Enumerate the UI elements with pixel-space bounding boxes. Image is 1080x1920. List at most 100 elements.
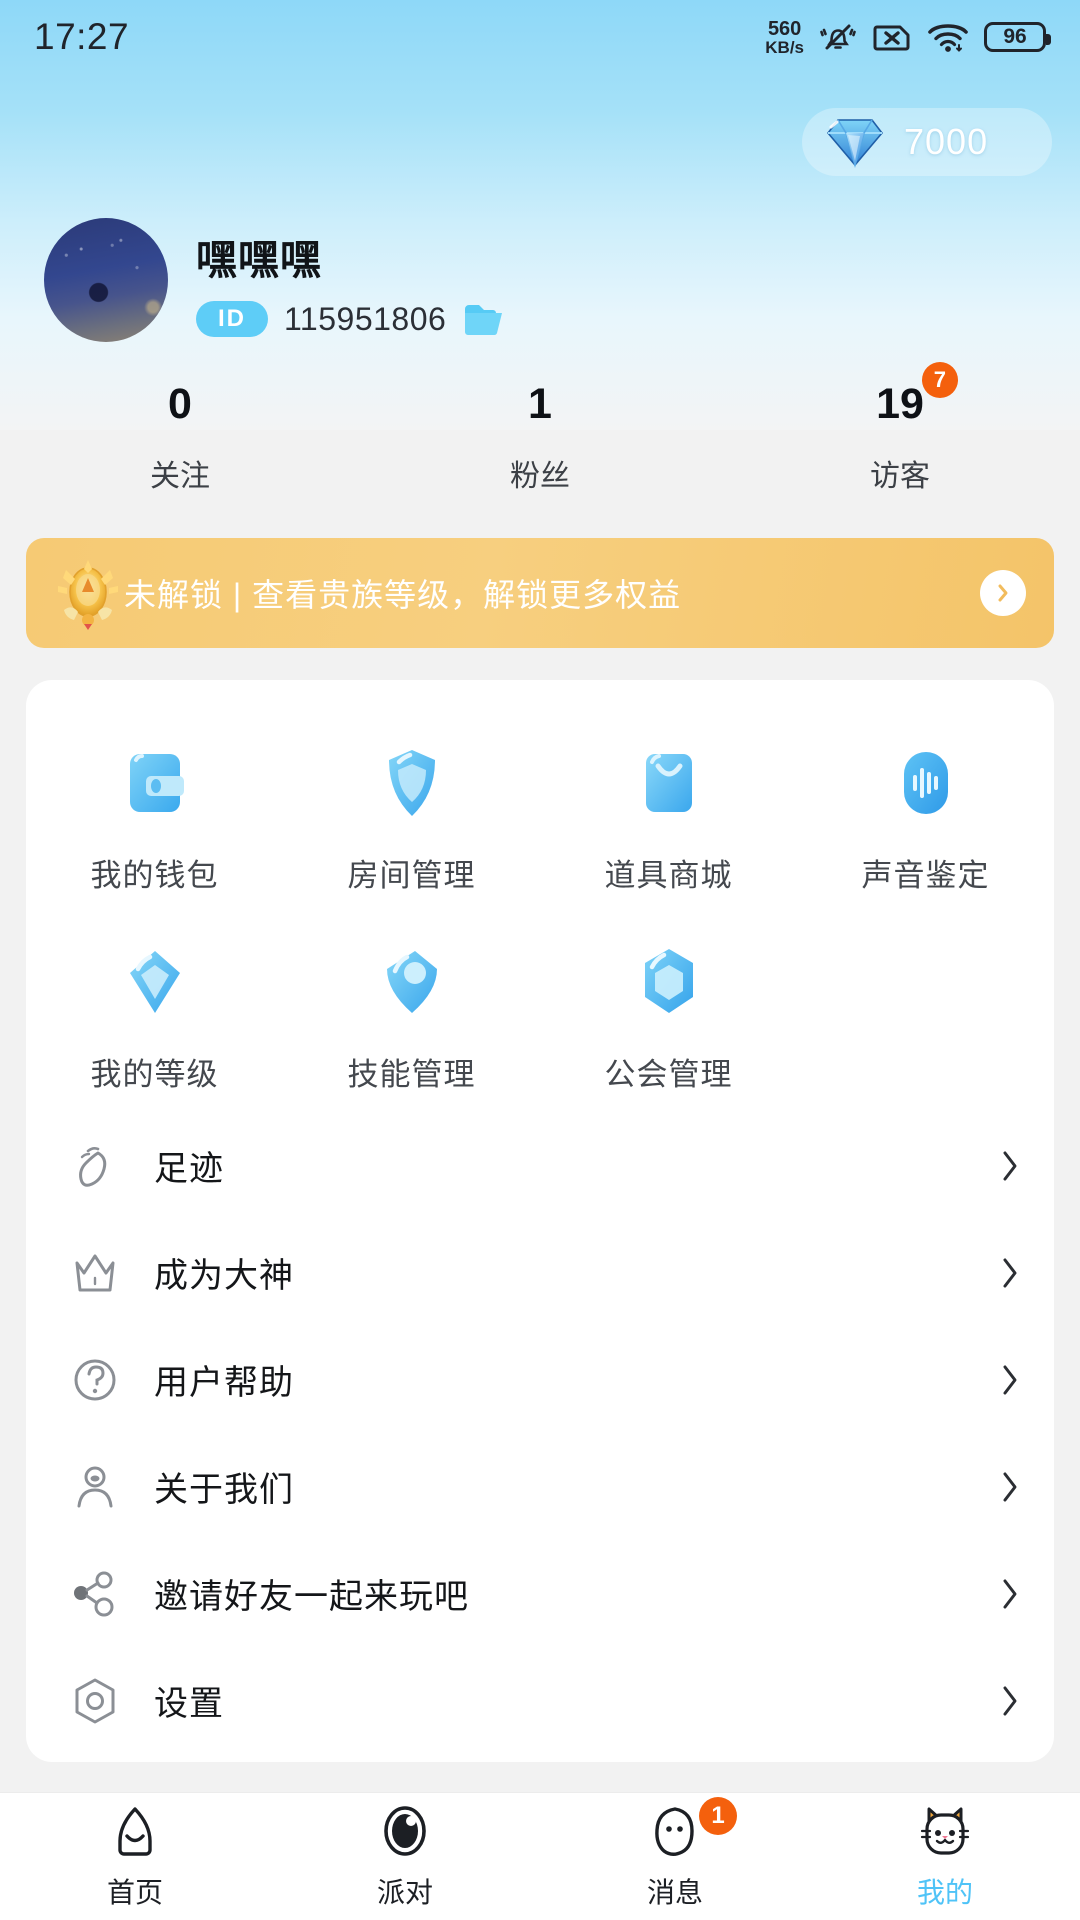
menu-item-label: 关于我们 [154,1471,294,1509]
profile-id-value: 115951806 [284,300,447,337]
profile-info: 嘿嘿嘿 ID 115951806 [196,222,508,338]
tab-badge: 1 [699,1796,737,1835]
grid-item-label: 我的等级 [90,1057,219,1092]
stat-visitors[interactable]: 19 7 访客 [720,362,1080,495]
stat-label: 粉丝 [510,460,570,493]
tab-label: 首页 [106,1876,163,1908]
menu-item-footprints[interactable]: 足迹 [26,1112,1054,1219]
crown-icon [66,1244,124,1302]
shield-icon [371,742,453,824]
diamond-amount: 7000 [904,121,989,162]
grid-item-skill-management[interactable]: 技能管理 [283,917,540,1116]
app-screen: 17:27 560 KB/s 96 7000 嘿嘿嘿 ID 115951806 … [0,0,1080,1920]
menu-item-invite-friends[interactable]: 邀请好友一起来玩吧 [26,1540,1054,1647]
diamond-balance-button[interactable]: 7000 [802,108,1052,176]
battery-percent: 96 [1003,25,1027,48]
stat-badge: 7 [921,362,958,398]
status-bar: 17:27 560 KB/s 96 [0,0,1080,74]
noble-banner[interactable]: 未解锁 | 查看贵族等级，解锁更多权益 [26,538,1054,648]
folder-icon[interactable] [462,300,508,338]
question-circle-icon [66,1351,124,1409]
settings-menu-card: 足迹 成为大神 用户帮助 关于我们 邀请好友一起来玩吧 设置 [26,1106,1054,1762]
grid-item-label: 房间管理 [347,858,476,893]
noble-banner-arrow[interactable] [980,570,1026,616]
person-icon [66,1458,124,1516]
stat-value: 1 [528,380,552,428]
stat-value: 0 [168,380,192,428]
menu-item-label: 邀请好友一起来玩吧 [154,1578,469,1616]
profile-nickname: 嘿嘿嘿 [196,237,322,283]
stat-fans[interactable]: 1 粉丝 [360,380,720,495]
crown-badge-icon [58,560,118,630]
no-sim-icon [872,21,912,53]
menu-item-label: 足迹 [154,1150,224,1188]
avatar[interactable] [44,218,168,342]
tab-home[interactable]: 首页 [0,1793,270,1920]
diamond-level-icon [114,941,196,1023]
chevron-right-icon [998,584,1008,602]
diamond-icon [827,119,883,168]
network-speed-unit: KB/s [765,37,804,57]
status-bar-time: 17:27 [34,16,130,57]
profile-header[interactable]: 嘿嘿嘿 ID 115951806 [44,218,508,342]
chevron-right-icon [1003,1472,1017,1501]
hexagon-icon [628,941,710,1023]
grid-item-guild-management[interactable]: 公会管理 [540,917,797,1116]
profile-id-row[interactable]: ID 115951806 [196,300,508,338]
grid-item-voice-assessment[interactable]: 声音鉴定 [797,718,1054,917]
shopping-bag-icon [628,742,710,824]
menu-item-user-help[interactable]: 用户帮助 [26,1326,1054,1433]
grid-item-my-level[interactable]: 我的等级 [26,917,283,1116]
bottom-tab-bar: 首页 派对 1 消息 我的 [0,1792,1080,1920]
wallet-icon [114,742,196,824]
id-badge: ID [196,301,268,337]
grid-item-label: 我的钱包 [90,858,219,893]
grid-item-label: 公会管理 [604,1057,733,1092]
network-speed-value: 560 [767,17,802,40]
stat-value: 19 [876,380,924,428]
stat-label: 访客 [870,460,930,493]
tag-icon [371,941,453,1023]
tab-messages[interactable]: 1 消息 [540,1793,810,1920]
chevron-right-icon [1003,1365,1017,1394]
noble-banner-text: 未解锁 | 查看贵族等级，解锁更多权益 [124,577,682,613]
profile-stats: 0 关注 1 粉丝 19 7 访客 [0,362,1080,495]
grid-item-label: 道具商城 [604,858,733,893]
chevron-right-icon [1003,1686,1017,1715]
chevron-right-icon [1003,1258,1017,1287]
tab-party[interactable]: 派对 [270,1793,540,1920]
tab-mine[interactable]: 我的 [810,1793,1080,1920]
grid-item-room-management[interactable]: 房间管理 [283,718,540,917]
menu-item-become-master[interactable]: 成为大神 [26,1219,1054,1326]
chevron-right-icon [1003,1151,1017,1180]
status-bar-icons: 560 KB/s 96 [765,17,1051,57]
cat-icon [913,1803,977,1861]
home-icon [103,1803,167,1861]
tab-label: 我的 [916,1876,973,1908]
stat-following[interactable]: 0 关注 [0,380,360,495]
feature-grid: 我的钱包 房间管理 道具商城 声音鉴定 我的等级 技能管理 公会管理 [26,718,1054,1116]
menu-item-label: 设置 [154,1685,224,1723]
battery-indicator: 96 [984,22,1051,52]
menu-item-label: 用户帮助 [154,1364,294,1402]
mute-vibrate-icon [818,20,858,54]
grid-item-label: 技能管理 [347,1057,476,1092]
tab-label: 派对 [376,1876,433,1908]
grid-item-props-store[interactable]: 道具商城 [540,718,797,917]
stat-label: 关注 [150,460,210,493]
message-icon: 1 [643,1796,737,1861]
footprint-icon [66,1137,124,1195]
party-icon [373,1803,437,1861]
sound-wave-icon [885,742,967,824]
share-icon [66,1565,124,1623]
menu-item-settings[interactable]: 设置 [26,1647,1054,1754]
menu-item-label: 成为大神 [154,1257,294,1295]
wifi-icon [926,20,970,54]
chevron-right-icon [1003,1579,1017,1608]
feature-grid-card: 我的钱包 房间管理 道具商城 声音鉴定 我的等级 技能管理 公会管理 [26,680,1054,1156]
menu-item-about-us[interactable]: 关于我们 [26,1433,1054,1540]
grid-item-label: 声音鉴定 [861,858,990,893]
settings-icon [66,1672,124,1730]
grid-item-wallet[interactable]: 我的钱包 [26,718,283,917]
tab-label: 消息 [646,1876,703,1908]
